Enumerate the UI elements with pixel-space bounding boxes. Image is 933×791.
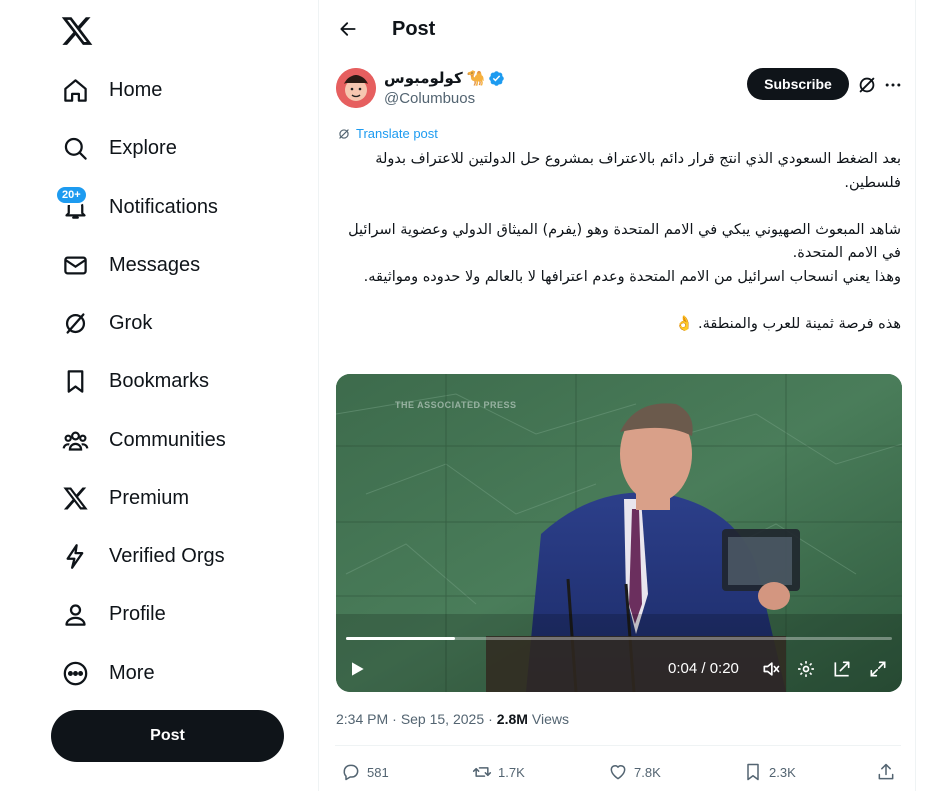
nav-item-home[interactable]: Home (50, 65, 280, 115)
page-title: Post (392, 18, 436, 40)
notification-badge: 20+ (55, 185, 88, 205)
settings-gear-icon[interactable] (795, 658, 817, 680)
person-icon (60, 599, 90, 629)
share-icon (878, 763, 894, 780)
nav-item-bookmarks[interactable]: Bookmarks (50, 356, 280, 406)
divider (335, 745, 901, 746)
post-time[interactable]: 2:34 PM (336, 711, 388, 727)
tweet-paragraph: هذه فرصة ثمينة للعرب والمنطقة. 👌 (675, 315, 901, 332)
video-progress-fill (346, 637, 456, 640)
post-button[interactable]: Post (51, 710, 284, 762)
x-logo-icon (60, 483, 90, 513)
video-progress-bar[interactable] (346, 637, 892, 640)
tweet-paragraph: شاهد المبعوث الصهيوني يبكي في الامم المت… (348, 221, 901, 262)
separator-dot: · (488, 711, 493, 727)
nav-item-communities[interactable]: Communities (50, 415, 280, 465)
home-icon (60, 75, 90, 105)
like-count: 7.8K (634, 764, 661, 780)
back-arrow-icon[interactable] (333, 14, 363, 44)
author-handle[interactable]: @Columbuos (384, 90, 475, 107)
nav-item-notifications[interactable]: 20+ Notifications (50, 182, 280, 232)
views-count: 2.8M (496, 711, 528, 727)
separator-dot: · (392, 711, 397, 727)
more-circle-icon (60, 658, 90, 688)
author-name-text: كولومبوس (384, 70, 463, 87)
video-watermark: THE ASSOCIATED PRESS (395, 400, 517, 410)
grok-icon[interactable] (856, 74, 878, 96)
nav-label-bookmarks: Bookmarks (109, 369, 210, 392)
post-header: Post (319, 0, 917, 60)
reply-icon (343, 764, 359, 781)
avatar[interactable] (336, 68, 376, 108)
post-date[interactable]: Sep 15, 2025 (401, 711, 484, 727)
main-column: Post كولومبوس 🐪 @Columbuos Subscribe Tra… (318, 0, 916, 791)
heart-icon (610, 765, 626, 780)
nav-item-premium[interactable]: Premium (50, 473, 280, 523)
nav-label-more: More (109, 661, 155, 684)
like-button[interactable]: 7.8K (608, 760, 661, 784)
author-name[interactable]: كولومبوس 🐪 (384, 69, 505, 87)
tweet-paragraph: وهذا يعني انسحاب اسرائيل من الامم المتحد… (363, 268, 901, 285)
nav-label-profile: Profile (109, 602, 166, 625)
x-logo-icon[interactable] (60, 14, 94, 48)
nav-item-profile[interactable]: Profile (50, 589, 280, 639)
nav-label-messages: Messages (109, 253, 201, 276)
nav-label-notifications: Notifications (109, 195, 218, 218)
post-meta: 2:34 PM · Sep 15, 2025 · 2.8M Views (336, 711, 569, 727)
share-button[interactable] (876, 760, 902, 784)
subscribe-button[interactable]: Subscribe (747, 68, 849, 100)
envelope-icon (60, 250, 90, 280)
nav-label-grok: Grok (109, 311, 153, 334)
reply-count: 581 (367, 764, 389, 780)
nav-item-explore[interactable]: Explore (50, 123, 280, 173)
nav-label-verified-orgs: Verified Orgs (109, 544, 225, 567)
picture-in-picture-icon[interactable] (831, 658, 853, 680)
bookmark-icon (747, 763, 759, 781)
nav-label-explore: Explore (109, 136, 177, 159)
mute-icon[interactable] (760, 658, 782, 680)
sidebar-nav: Home Explore 20+ Notifications Messages … (0, 0, 318, 791)
people-icon (60, 425, 90, 455)
bookmark-count: 2.3K (769, 764, 796, 780)
lightning-icon (60, 541, 90, 571)
reply-button[interactable]: 581 (341, 760, 389, 784)
repost-button[interactable]: 1.7K (472, 760, 525, 784)
views-label: Views (531, 711, 569, 727)
nav-item-grok[interactable]: Grok (50, 298, 280, 348)
more-options-icon[interactable] (882, 74, 904, 96)
camel-emoji: 🐪 (466, 70, 486, 87)
verified-badge-icon (489, 70, 505, 86)
video-player[interactable]: THE ASSOCIATED PRESS 0:04 / 0:20 (336, 374, 902, 692)
translate-post-link[interactable]: Translate post (337, 126, 438, 141)
grok-icon (339, 128, 349, 139)
nav-label-home: Home (109, 78, 163, 101)
nav-label-premium: Premium (109, 486, 190, 509)
bookmark-icon (60, 366, 90, 396)
tweet-paragraph: بعد الضغط السعودي الذي انتج قرار دائم با… (375, 151, 901, 191)
tweet-text: بعد الضغط السعودي الذي انتج قرار دائم با… (335, 148, 901, 336)
play-icon[interactable] (346, 658, 368, 680)
nav-item-more[interactable]: More (50, 648, 280, 698)
nav-item-messages[interactable]: Messages (50, 240, 280, 290)
nav-item-verified-orgs[interactable]: Verified Orgs (50, 531, 280, 581)
repost-icon (472, 767, 492, 777)
fullscreen-icon[interactable] (867, 658, 889, 680)
translate-label: Translate post (356, 126, 438, 141)
nav-label-communities: Communities (109, 428, 226, 451)
repost-count: 1.7K (498, 764, 525, 780)
search-icon (60, 133, 90, 163)
grok-icon (60, 308, 90, 338)
bell-icon: 20+ (55, 185, 90, 222)
bookmark-button[interactable]: 2.3K (743, 760, 796, 784)
video-time: 0:04 / 0:20 (668, 660, 739, 677)
video-frame-image (336, 374, 902, 692)
